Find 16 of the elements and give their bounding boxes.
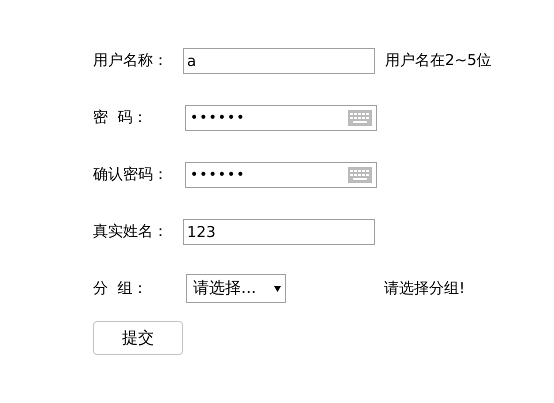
input-field[interactable]: a bbox=[183, 48, 375, 74]
field-label: 确认密码： bbox=[93, 165, 169, 184]
hint-text: 请选择分组! bbox=[384, 279, 466, 298]
field-label: 真实姓名： bbox=[93, 222, 169, 241]
field-label: 分 组： bbox=[93, 279, 149, 298]
submit-button[interactable]: 提交 bbox=[93, 321, 183, 355]
input-field[interactable]: 123 bbox=[183, 218, 375, 244]
field-label: 密 码： bbox=[93, 108, 149, 127]
keyboard-icon[interactable] bbox=[348, 110, 372, 126]
hint-text: 用户名在2~5位 bbox=[385, 51, 493, 70]
keyboard-icon[interactable] bbox=[348, 166, 372, 182]
caret-icon bbox=[274, 286, 281, 292]
password-field[interactable]: •••••• bbox=[185, 162, 377, 188]
password-field[interactable]: •••••• bbox=[185, 104, 377, 130]
group-dropdown[interactable]: 请选择... bbox=[186, 274, 286, 303]
field-label: 用户名称： bbox=[93, 51, 169, 70]
